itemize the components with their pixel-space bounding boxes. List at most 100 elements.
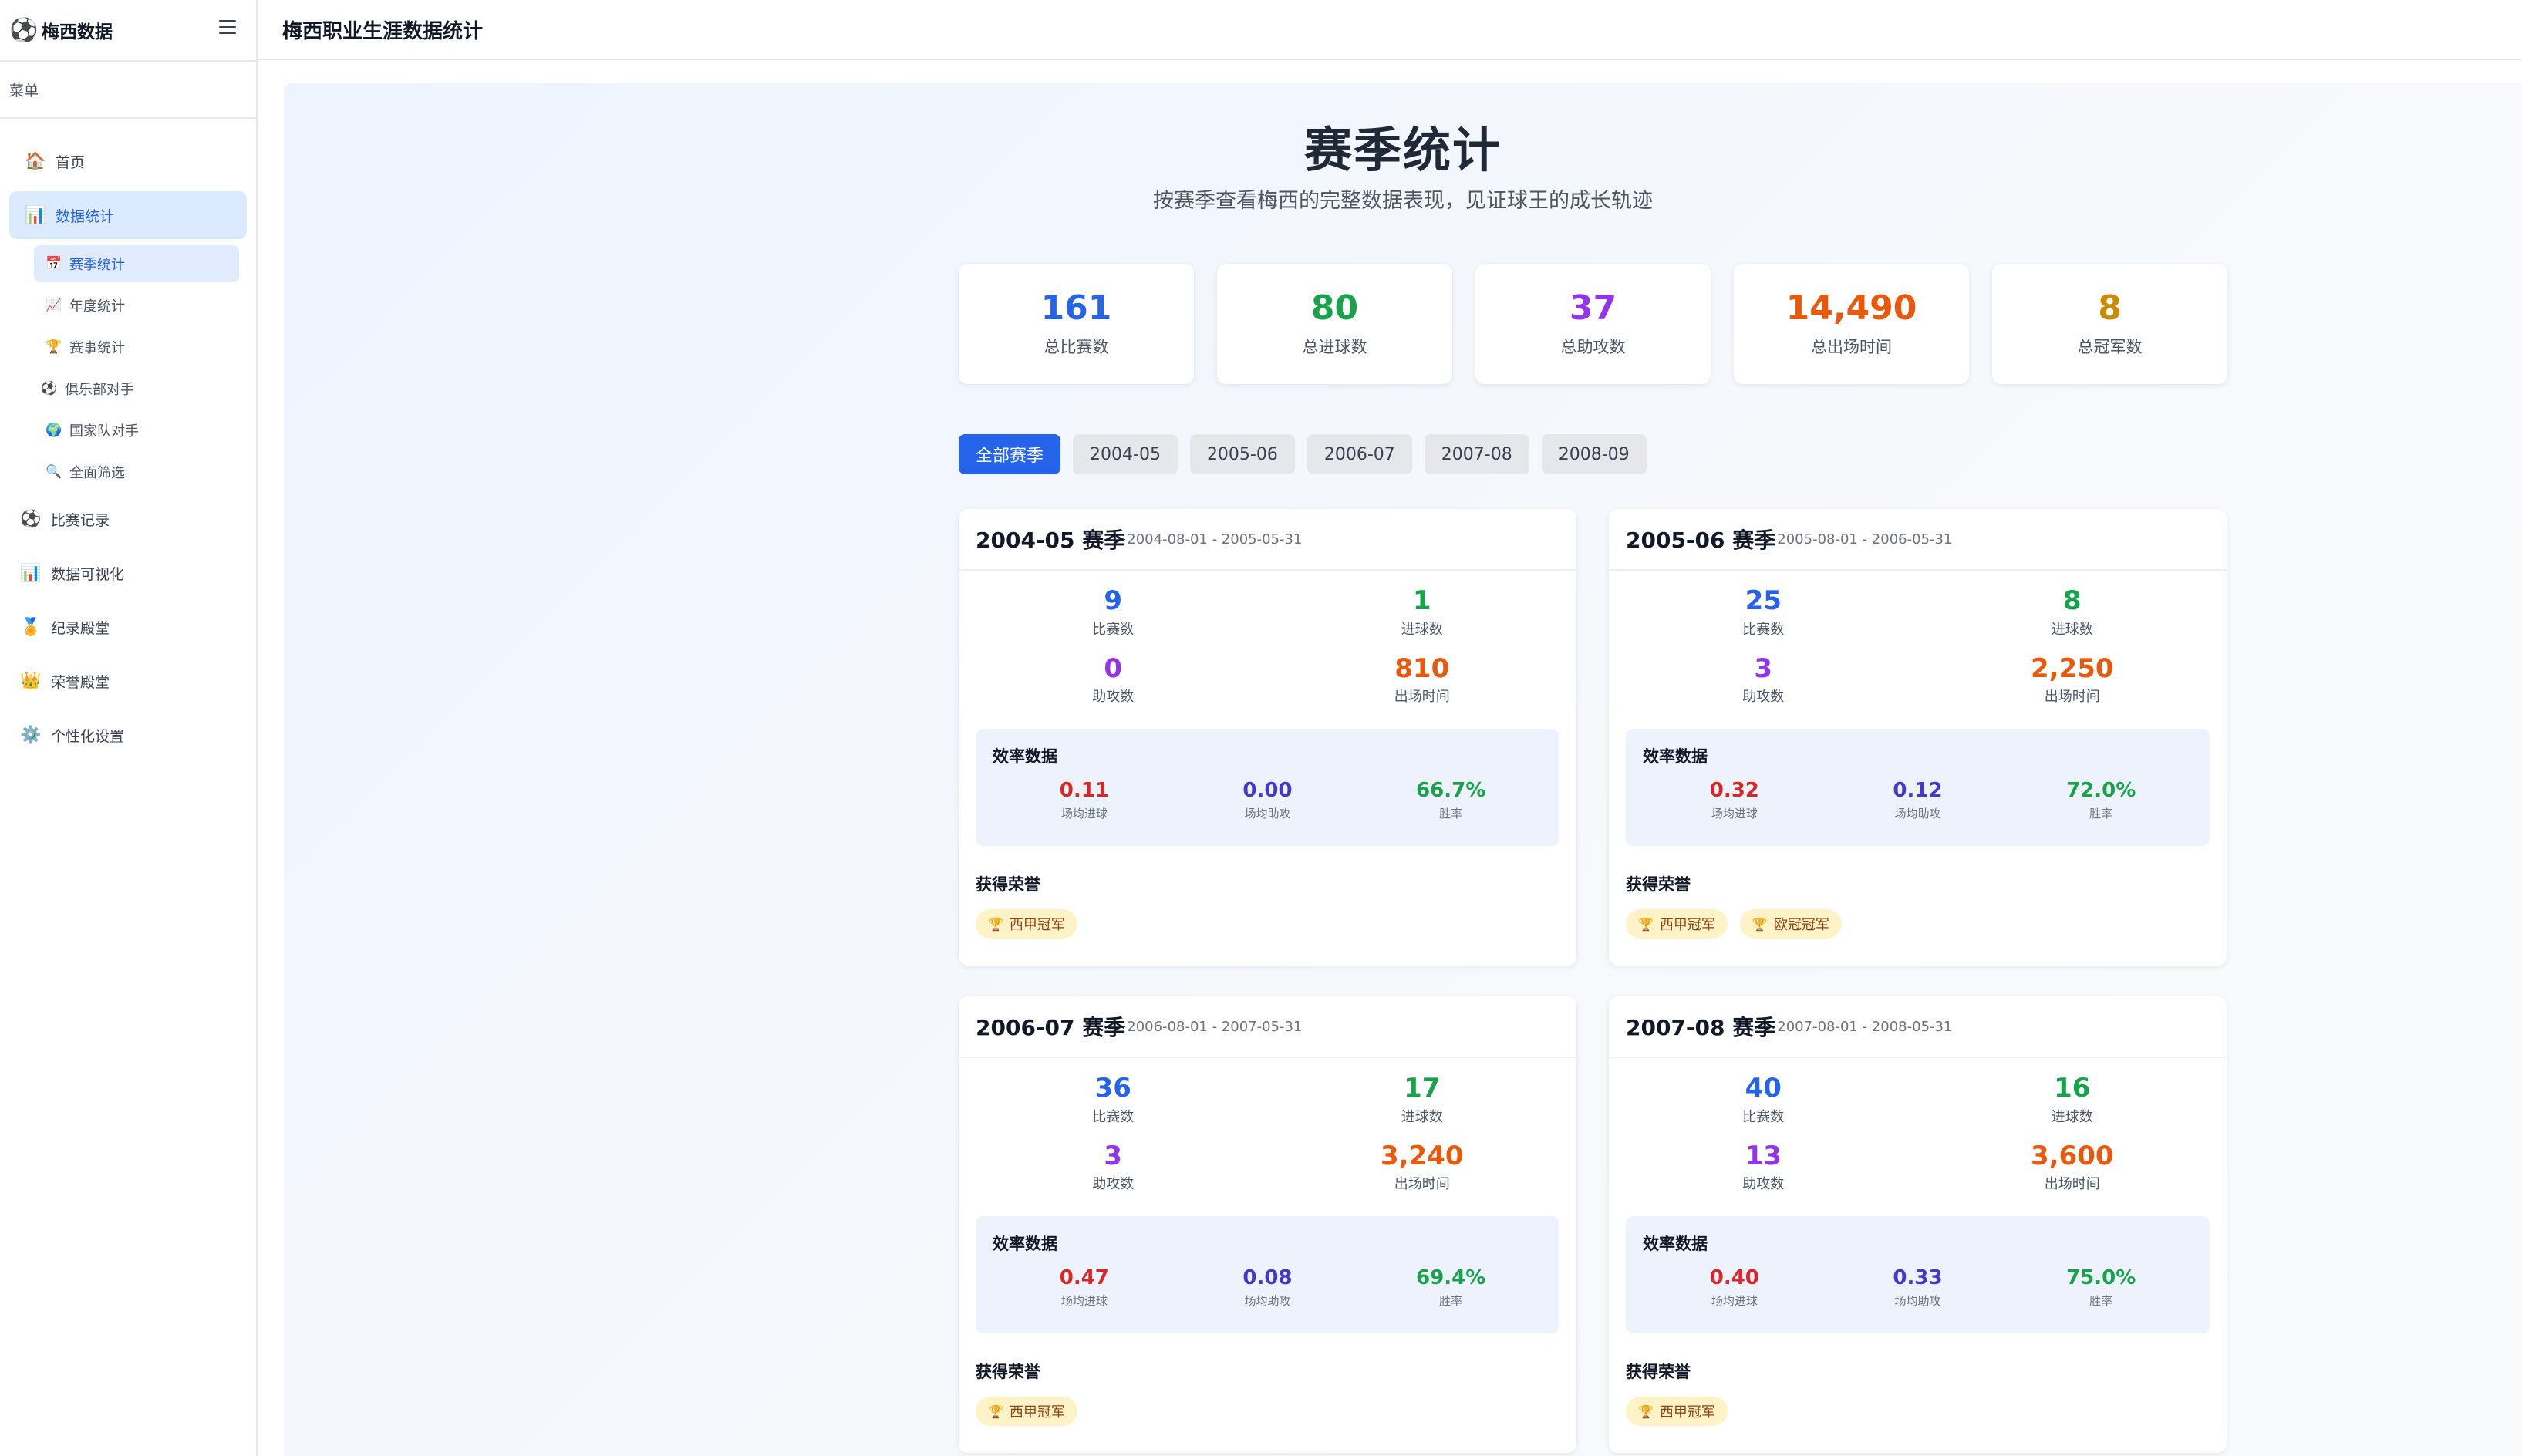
stat-label: 进球数	[2051, 1108, 2093, 1125]
sidebar-item-home[interactable]: 🏠 首页	[9, 137, 247, 185]
stat-minutes: 3,240 出场时间	[1268, 1142, 1577, 1194]
eff-label: 场均助攻	[1894, 806, 1941, 821]
sidebar-subitem-national-opponents[interactable]: 🌍 国家队对手	[34, 412, 239, 449]
eff-value: 66.7%	[1416, 779, 1486, 803]
tab-2004-05[interactable]: 2004-05	[1073, 434, 1178, 474]
soccer-ball-icon: ⚽	[9, 16, 39, 44]
stat-goals: 17 进球数	[1268, 1074, 1577, 1126]
sidebar-item-match-records[interactable]: ⚽ 比赛记录	[9, 495, 247, 543]
eff-goals-per-game: 0.47 场均进球	[993, 1267, 1176, 1309]
honor-list: 🏆 西甲冠军	[1626, 1397, 2210, 1427]
trophy-icon: 🏆	[1752, 916, 1768, 932]
sidebar-item-honors-hall[interactable]: 👑 荣誉殿堂	[9, 657, 247, 705]
summary-label: 总助攻数	[1560, 338, 1626, 357]
eff-win-rate: 75.0% 胜率	[2009, 1267, 2193, 1309]
season-card-header: 2006-07 赛季 2006-08-01 - 2007-05-31	[959, 996, 1576, 1058]
tab-all-seasons[interactable]: 全部赛季	[959, 434, 1061, 474]
sidebar-item-settings[interactable]: ⚙️ 个性化设置	[9, 711, 247, 759]
honors-title: 获得荣誉	[1626, 875, 1691, 895]
season-title: 2007-08 赛季	[1626, 1015, 1776, 1040]
stat-assists: 13 助攻数	[1609, 1140, 1918, 1194]
bar-chart-icon: 📊	[25, 205, 46, 225]
efficiency-panel: 效率数据 0.40 场均进球 0.33 场均助攻 75.0% 胜率	[1626, 1216, 2210, 1334]
trophy-icon: 🏆	[988, 1404, 1003, 1419]
honors-title: 获得荣誉	[976, 875, 1040, 895]
honor-label: 欧冠冠军	[1773, 917, 1829, 934]
sidebar-subitem-yearly-stats[interactable]: 📈 年度统计	[34, 287, 239, 324]
honors-section: 获得荣誉 🏆 西甲冠军	[1609, 1333, 2227, 1427]
crown-icon: 👑	[20, 671, 42, 691]
eff-label: 场均助攻	[1244, 1293, 1291, 1308]
eff-label: 场均进球	[1060, 806, 1108, 821]
honor-badge: 🏆 西甲冠军	[976, 909, 1077, 939]
season-dates: 2005-08-01 - 2006-05-31	[1777, 531, 1953, 548]
efficiency-title: 效率数据	[1643, 747, 1708, 767]
eff-value: 0.11	[1059, 779, 1109, 803]
search-icon: 🔍	[46, 464, 62, 480]
tab-2005-06[interactable]: 2005-06	[1189, 434, 1295, 474]
honors-title: 获得荣誉	[1626, 1363, 1691, 1382]
stat-value: 16	[2054, 1073, 2091, 1104]
sidebar-item-label: 数据统计	[56, 207, 115, 225]
eff-win-rate: 66.7% 胜率	[1359, 780, 1543, 821]
sidebar-item-visualization[interactable]: 📊 数据可视化	[9, 549, 247, 597]
sidebar-subitem-full-filter[interactable]: 🔍 全面筛选	[34, 453, 239, 490]
season-card-header: 2004-05 赛季 2004-08-01 - 2005-05-31	[959, 509, 1576, 571]
stat-assists: 3 助攻数	[1609, 655, 1918, 706]
sidebar-item-label: 纪录殿堂	[51, 619, 110, 637]
sidebar-nav: 🏠 首页 📊 数据统计 📅 赛季统计 📈 年度统计 🏆 赛事统计 ⚽ 俱乐部对手	[0, 119, 256, 759]
summary-card-goals: 80 总进球数	[1217, 264, 1452, 384]
stat-value: 25	[1745, 585, 1782, 616]
summary-value: 161	[1040, 288, 1112, 328]
sidebar-subitem-competition-stats[interactable]: 🏆 赛事统计	[34, 329, 239, 366]
stat-matches: 36 比赛数	[959, 1074, 1268, 1126]
eff-label: 场均进球	[1711, 806, 1758, 821]
stat-goals: 8 进球数	[1918, 587, 2227, 639]
tab-2006-07[interactable]: 2006-07	[1307, 434, 1412, 474]
tab-2007-08[interactable]: 2007-08	[1424, 434, 1529, 474]
stat-value: 3	[1104, 1140, 1123, 1171]
eff-assists-per-game: 0.12 场均助攻	[1826, 780, 2010, 821]
efficiency-row: 0.32 场均进球 0.12 场均助攻 72.0% 胜率	[1643, 780, 2193, 821]
honor-badge: 🏆 西甲冠军	[1626, 909, 1728, 939]
summary-label: 总出场时间	[1811, 338, 1892, 357]
season-title: 2005-06 赛季	[1626, 527, 1776, 553]
summary-value: 37	[1569, 288, 1617, 328]
stat-matches: 9 比赛数	[959, 587, 1268, 639]
eff-value: 0.33	[1893, 1266, 1943, 1290]
eff-assists-per-game: 0.00 场均助攻	[1176, 780, 1360, 821]
soccer-ball-icon: ⚽	[41, 381, 58, 396]
menu-toggle-icon[interactable]	[219, 20, 236, 34]
efficiency-title: 效率数据	[993, 747, 1057, 767]
honor-list: 🏆 西甲冠军	[976, 1397, 1559, 1427]
stat-label: 比赛数	[1742, 1108, 1785, 1125]
stat-label: 出场时间	[1394, 1176, 1450, 1193]
menu-title: 菜单	[0, 62, 256, 119]
honor-label: 西甲冠军	[1009, 917, 1065, 934]
eff-label: 场均助攻	[1244, 806, 1291, 821]
sidebar-item-statistics[interactable]: 📊 数据统计	[9, 191, 247, 239]
eff-value: 0.32	[1709, 779, 1759, 803]
summary-card-assists: 37 总助攻数	[1475, 264, 1711, 384]
line-chart-icon: 📈	[46, 298, 62, 313]
sidebar-item-records-hall[interactable]: 🏅 纪录殿堂	[9, 603, 247, 651]
stat-assists: 3 助攻数	[959, 1140, 1268, 1194]
stat-value: 13	[1745, 1140, 1782, 1171]
sidebar-subitem-season-stats[interactable]: 📅 赛季统计	[34, 245, 239, 282]
stat-label: 进球数	[1401, 1108, 1443, 1125]
honor-list: 🏆 西甲冠军 🏆 欧冠冠军	[1626, 909, 2210, 939]
efficiency-row: 0.47 场均进球 0.08 场均助攻 69.4% 胜率	[993, 1267, 1543, 1309]
sidebar-subitem-club-opponents[interactable]: ⚽ 俱乐部对手	[34, 370, 239, 407]
page-title: 赛季统计	[1303, 122, 1502, 178]
tab-2008-09[interactable]: 2008-09	[1541, 434, 1647, 474]
summary-label: 总冠军数	[2077, 338, 2143, 357]
eff-label: 胜率	[1439, 1293, 1463, 1308]
sidebar-nav-rest: ⚽ 比赛记录 📊 数据可视化 🏅 纪录殿堂 👑 荣誉殿堂 ⚙️ 个性化设置	[0, 495, 256, 759]
stat-value: 810	[1394, 652, 1450, 684]
sidebar-subitem-label: 年度统计	[69, 298, 125, 315]
sidebar-item-label: 首页	[56, 153, 86, 171]
season-card: 2005-06 赛季 2005-08-01 - 2006-05-31 25 比赛数…	[1609, 509, 2227, 966]
stat-goals: 16 进球数	[1918, 1073, 2227, 1126]
efficiency-panel: 效率数据 0.11 场均进球 0.00 场均助攻 66.7% 胜率	[976, 729, 1559, 847]
summary-card-minutes: 14,490 总出场时间	[1734, 264, 1969, 384]
